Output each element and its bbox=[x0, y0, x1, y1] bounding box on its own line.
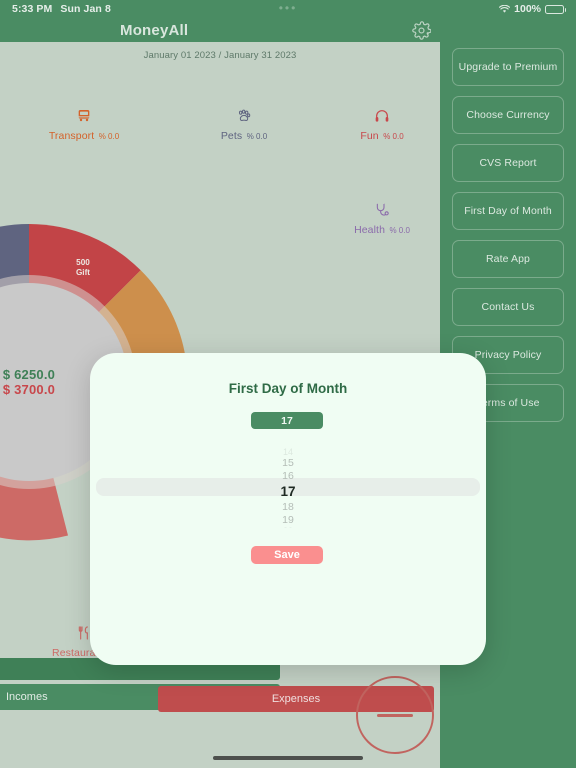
category-percent: % 0.0 bbox=[383, 132, 404, 141]
category-name: Health bbox=[354, 224, 386, 236]
dialog-title: First Day of Month bbox=[228, 381, 348, 396]
picker-option[interactable]: 18 bbox=[282, 501, 294, 514]
category-percent: % 0.0 bbox=[246, 132, 268, 141]
category-percent: % 0.0 bbox=[98, 132, 120, 141]
sidebar-item-label: Contact Us bbox=[481, 301, 535, 313]
page-title: MoneyAll bbox=[120, 21, 189, 39]
date-range-label: January 01 2023 / January 31 2023 bbox=[143, 50, 297, 61]
sidebar-item-label: Rate App bbox=[486, 253, 530, 265]
save-button-label: Save bbox=[274, 549, 300, 561]
home-indicator bbox=[213, 756, 363, 760]
minus-icon[interactable] bbox=[356, 676, 434, 754]
sidebar-item-label: Choose Currency bbox=[466, 109, 550, 121]
paw-icon bbox=[205, 108, 283, 125]
sidebar-item-upgrade-to-premium[interactable]: Upgrade to Premium bbox=[452, 48, 564, 86]
wifi-icon bbox=[499, 4, 511, 14]
sidebar-item-rate-app[interactable]: Rate App bbox=[452, 240, 564, 278]
app-top-bar: MoneyAll bbox=[0, 18, 576, 42]
sidebar-item-first-day-of-month[interactable]: First Day of Month bbox=[452, 192, 564, 230]
slice-label-gift-name: Gift bbox=[76, 268, 90, 277]
category-name: Transport bbox=[48, 130, 95, 142]
category-chip-health[interactable]: Health % 0.0 bbox=[343, 202, 421, 238]
category-name: Pets bbox=[220, 130, 243, 142]
sidebar-item-label: Privacy Policy bbox=[474, 349, 542, 361]
category-chip-pets[interactable]: Pets % 0.0 bbox=[205, 108, 283, 144]
status-dots: ••• bbox=[278, 1, 298, 16]
sidebar-item-cvs-report[interactable]: CVS Report bbox=[452, 144, 564, 182]
app-root: 5:33 PM Sun Jan 8 ••• 100% MoneyAll Janu… bbox=[0, 0, 576, 768]
battery-icon bbox=[545, 4, 566, 14]
headphones-icon bbox=[343, 108, 421, 125]
incomes-label: Incomes bbox=[6, 691, 48, 703]
day-picker[interactable]: 14 15 16 17 18 19 20 bbox=[96, 448, 480, 528]
slice-label-gift-value: 500 bbox=[76, 258, 90, 267]
selected-day-pill: 17 bbox=[251, 412, 323, 429]
picker-options-list: 14 15 16 17 18 19 20 bbox=[96, 448, 480, 528]
selected-day-value: 17 bbox=[281, 414, 293, 427]
category-name: Fun bbox=[360, 130, 379, 142]
stethoscope-icon bbox=[343, 202, 421, 219]
sidebar-item-label: First Day of Month bbox=[464, 205, 552, 217]
expenses-label: Expenses bbox=[271, 693, 321, 705]
minus-bar bbox=[377, 713, 413, 717]
sidebar-item-choose-currency[interactable]: Choose Currency bbox=[452, 96, 564, 134]
gear-icon[interactable] bbox=[412, 21, 432, 40]
picker-option[interactable]: 20 bbox=[283, 527, 293, 529]
picker-option-selected[interactable]: 17 bbox=[280, 483, 295, 501]
sidebar-item-contact-us[interactable]: Contact Us bbox=[452, 288, 564, 326]
picker-option[interactable]: 14 bbox=[283, 448, 293, 457]
picker-option[interactable]: 16 bbox=[282, 470, 294, 483]
picker-option[interactable]: 15 bbox=[282, 457, 294, 470]
bus-icon bbox=[45, 108, 123, 125]
category-chip-fun[interactable]: Fun % 0.0 bbox=[343, 108, 421, 144]
category-percent: % 0.0 bbox=[389, 226, 410, 235]
ios-status-bar: 5:33 PM Sun Jan 8 ••• 100% bbox=[0, 0, 576, 18]
category-chip-transport[interactable]: Transport % 0.0 bbox=[45, 108, 123, 144]
sidebar-item-label: Upgrade to Premium bbox=[458, 61, 558, 73]
save-button[interactable]: Save bbox=[251, 546, 323, 564]
sidebar-item-label: CVS Report bbox=[479, 157, 537, 169]
